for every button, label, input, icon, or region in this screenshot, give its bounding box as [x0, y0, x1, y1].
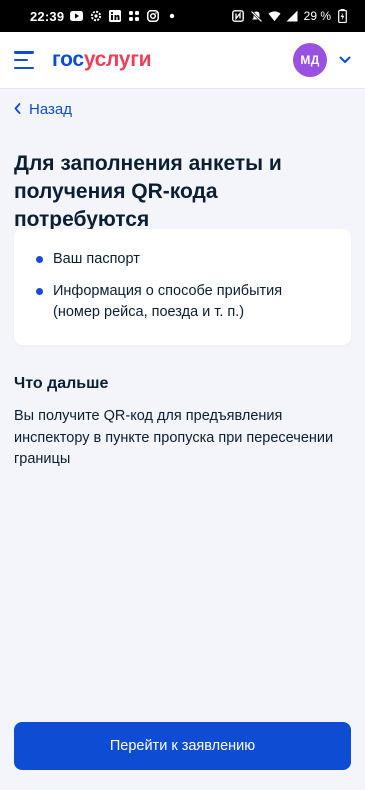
nfc-icon: [232, 10, 245, 23]
back-link-label: Назад: [29, 100, 72, 118]
mute-icon: [250, 10, 263, 23]
status-time: 22:39: [30, 8, 65, 24]
header-divider: [0, 88, 365, 89]
status-bar-left: 22:39: [30, 9, 178, 24]
bullet-icon: [36, 288, 43, 295]
header-account: МД: [293, 43, 351, 77]
battery-icon: [336, 9, 349, 23]
gosuslugi-logo[interactable]: госуслуги: [52, 48, 152, 72]
back-link[interactable]: Назад: [14, 99, 72, 119]
requirement-passport: Ваш паспорт: [53, 251, 140, 267]
section-title-next: Что дальше: [14, 375, 109, 392]
youtube-icon: [70, 10, 84, 23]
gear-badge-icon: [89, 10, 102, 23]
hamburger-menu-icon[interactable]: [14, 51, 36, 69]
bullet-icon: [36, 256, 43, 263]
section-text-next: Вы получите QR-код для предъявления инсп…: [14, 408, 334, 467]
list-item: Ваш паспорт: [36, 249, 333, 270]
requirements-card: Ваш паспорт Информация о способе прибыти…: [14, 229, 351, 345]
chevron-left-icon: [14, 101, 21, 118]
status-bar-right: 29 %: [232, 9, 349, 23]
wifi-icon: [268, 10, 281, 23]
status-bar: 22:39 29 %: [0, 0, 365, 32]
signal-icon: [286, 10, 299, 23]
chevron-down-icon[interactable]: [339, 54, 351, 66]
list-item: Информация о способе прибытия (номер рей…: [36, 281, 333, 323]
dot-icon: [165, 10, 178, 23]
slack-icon: [127, 10, 140, 23]
instagram-icon: [146, 10, 159, 23]
logo-part-uslugi: услуги: [83, 48, 152, 71]
linkedin-icon: [108, 10, 121, 23]
battery-percent: 29 %: [303, 9, 331, 23]
go-to-application-button[interactable]: Перейти к заявлению: [14, 722, 351, 770]
app-header: госуслуги МД: [0, 32, 365, 88]
logo-part-gos: гос: [52, 48, 84, 71]
requirement-arrival-info: Информация о способе прибытия (номер рей…: [53, 283, 283, 320]
page-title: Для заполнения анкеты и получения QR-код…: [14, 152, 282, 231]
avatar[interactable]: МД: [293, 43, 327, 77]
